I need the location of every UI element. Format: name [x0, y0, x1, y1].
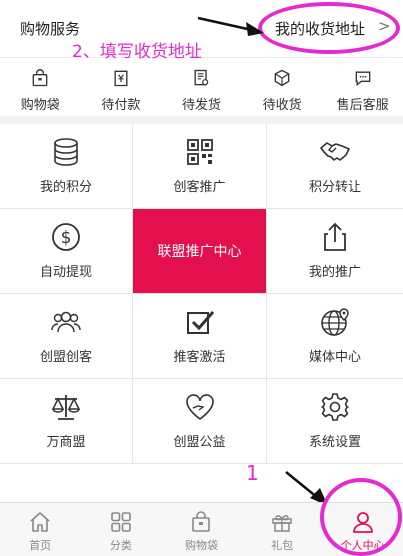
chat-icon [355, 71, 371, 87]
order-status-row: 购物袋 待付款 待发货 待收货 售后客服 [0, 58, 403, 124]
grid-item-system-settings[interactable]: 系统设置 [267, 379, 403, 464]
grid-item-label: 积分转让 [308, 180, 361, 195]
grid-item-activate-promoter[interactable]: 推客激活 [133, 294, 267, 379]
scale-icon [51, 395, 81, 420]
package-icon [274, 69, 290, 87]
grid-item-label: 我的积分 [39, 180, 92, 195]
grid-item-auto-withdraw[interactable]: $ 自动提现 [0, 209, 133, 294]
grid-item-wanshang-alliance[interactable]: 万商盟 [0, 379, 133, 464]
tab-category[interactable]: 分类 [81, 503, 162, 556]
qr-code-icon [186, 139, 213, 165]
tab-label: 礼包 [271, 539, 294, 552]
tab-label: 首页 [29, 539, 52, 552]
section-title: 购物服务 [20, 20, 81, 38]
grid-item-alliance-makers[interactable]: 创盟创客 [0, 294, 133, 379]
order-item-label: 购物袋 [20, 98, 60, 113]
share-icon [324, 222, 346, 251]
gift-icon [272, 515, 292, 532]
grid-item-label: 我的推广 [308, 265, 361, 280]
grid-item-my-points[interactable]: 我的积分 [0, 124, 133, 209]
grid-icon [111, 512, 131, 532]
order-item-bag[interactable]: 购物袋 [0, 58, 81, 116]
grid-item-label: 创客推广 [173, 180, 226, 195]
grid-item-maker-promotion[interactable]: 创客推广 [133, 124, 267, 209]
order-item-label: 待发货 [181, 98, 221, 113]
svg-text:$: $ [61, 228, 72, 248]
tab-shopping-bag[interactable]: 购物袋 [161, 503, 242, 556]
order-item-label: 售后客服 [336, 98, 389, 113]
globe-pin-icon [321, 308, 349, 336]
annotation-ellipse-address [258, 2, 400, 54]
alliance-promotion-center-button[interactable]: 联盟推广中心 [133, 209, 267, 294]
checkbox-icon [186, 311, 214, 334]
grid-item-my-promotion[interactable]: 我的推广 [267, 209, 403, 294]
grid-item-charity[interactable]: 创盟公益 [133, 379, 267, 464]
order-item-after-sales[interactable]: 售后客服 [322, 58, 403, 116]
annotation-arrow-icon [197, 16, 264, 36]
annotation-step-1: 1 [246, 461, 259, 485]
order-item-to-receive[interactable]: 待收货 [242, 58, 323, 116]
grid-item-label: 推客激活 [173, 350, 226, 365]
tab-home[interactable]: 首页 [0, 503, 81, 556]
feature-grid: 我的积分 创客推广 积分转让 $ 自动提现 联盟推广中心 我的推广 创盟创客 推… [0, 124, 403, 464]
coins-icon [54, 138, 78, 166]
order-item-to-ship[interactable]: 待发货 [161, 58, 242, 116]
home-icon [30, 512, 50, 532]
wallet-icon [114, 70, 128, 87]
grid-item-label: 创盟公益 [173, 435, 226, 450]
shopping-bag-icon [32, 69, 48, 87]
order-item-label: 待付款 [101, 98, 141, 113]
grid-item-label: 万商盟 [46, 435, 86, 450]
grid-item-label: 媒体中心 [308, 350, 361, 365]
grid-item-points-transfer[interactable]: 积分转让 [267, 124, 403, 209]
order-item-label: 待收货 [262, 98, 302, 113]
heart-hand-icon [185, 394, 214, 420]
shopping-bag-icon [192, 511, 211, 532]
receipt-icon [194, 69, 209, 86]
tab-label: 购物袋 [184, 539, 218, 552]
grid-item-label: 自动提现 [39, 265, 92, 280]
handshake-icon [320, 142, 350, 161]
feature-label: 联盟推广中心 [157, 244, 242, 260]
grid-item-label: 系统设置 [308, 435, 361, 450]
tab-gift[interactable]: 礼包 [242, 503, 323, 556]
gear-icon [321, 393, 349, 421]
tab-label: 分类 [109, 539, 132, 552]
grid-item-label: 创盟创客 [39, 350, 92, 365]
users-icon [51, 311, 81, 333]
grid-item-media-center[interactable]: 媒体中心 [267, 294, 403, 379]
dollar-icon: $ [52, 223, 80, 251]
annotation-ellipse-personal-center [320, 478, 402, 556]
order-item-unpaid[interactable]: 待付款 [81, 58, 162, 116]
